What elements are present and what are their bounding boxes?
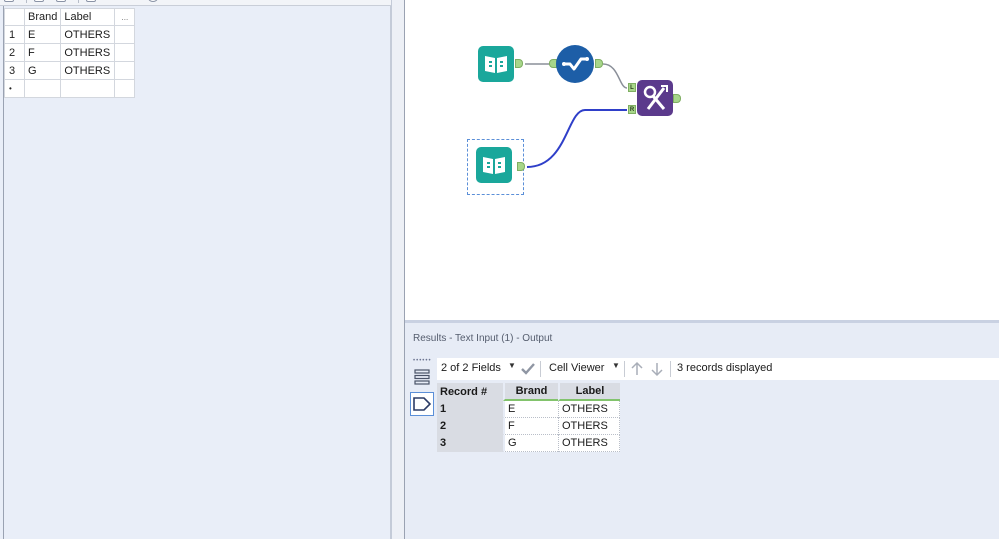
toolbar-icon[interactable]: [86, 0, 96, 2]
text-input-tool[interactable]: [478, 46, 514, 82]
config-toolbar: [0, 0, 391, 6]
connection-select-to-join[interactable]: [602, 63, 628, 89]
record-number: 3: [437, 435, 503, 452]
cell-brand[interactable]: E: [23, 25, 62, 44]
book-icon: [483, 157, 505, 174]
output-anchor[interactable]: [673, 94, 681, 103]
results-toolbar: 2 of 2 Fields ▼ Cell Viewer ▼ 3 records …: [437, 358, 999, 380]
results-header-row: Record # Brand Label: [437, 383, 620, 401]
cell-label[interactable]: OTHERS: [558, 435, 620, 452]
grid-row[interactable]: 3 G OTHERS: [4, 61, 136, 80]
chevron-down-icon[interactable]: ▼: [612, 361, 620, 370]
cell-label[interactable]: OTHERS: [558, 418, 620, 435]
panel-splitter[interactable]: [391, 0, 405, 539]
cell-brand[interactable]: E: [503, 401, 558, 418]
cell-label[interactable]: OTHERS: [60, 43, 116, 62]
toolbar-separator: [670, 361, 671, 377]
row-number: 2: [4, 43, 25, 62]
cell-empty[interactable]: [114, 43, 136, 62]
up-arrow-icon[interactable]: [630, 361, 644, 377]
records-count: 3 records displayed: [677, 362, 773, 374]
output-anchor[interactable]: [515, 59, 523, 68]
record-number: 2: [437, 418, 503, 435]
text-input-tool-selected[interactable]: [476, 147, 512, 183]
column-header-label[interactable]: Label: [558, 383, 620, 401]
connection-input2-to-join[interactable]: [526, 109, 627, 168]
results-side-icons: [409, 358, 435, 418]
text-input-grid[interactable]: Brand Label ... 1 E OTHERS 2 F OTHERS 3 …: [4, 8, 136, 98]
cell-empty[interactable]: [114, 61, 136, 80]
fields-selector[interactable]: 2 of 2 Fields: [441, 362, 501, 374]
table-row[interactable]: 2 F OTHERS: [437, 418, 620, 435]
cell-empty[interactable]: [114, 79, 136, 98]
add-column-header[interactable]: ...: [114, 8, 136, 26]
toolbar-icon[interactable]: [148, 0, 158, 2]
results-pane: Results - Text Input (1) - Output ••••••…: [405, 320, 999, 539]
results-splitter[interactable]: [405, 320, 999, 323]
checkmark-icon[interactable]: [520, 362, 536, 376]
results-grid[interactable]: Record # Brand Label 1 E OTHERS 2 F OTHE…: [437, 383, 620, 452]
column-header-brand[interactable]: Brand: [23, 8, 62, 26]
chevron-down-icon[interactable]: ▼: [508, 361, 516, 370]
results-title: Results - Text Input (1) - Output: [413, 333, 553, 344]
new-row-marker: •: [4, 79, 25, 98]
column-header-brand[interactable]: Brand: [503, 383, 558, 401]
down-arrow-icon[interactable]: [650, 361, 664, 377]
cell-empty[interactable]: [114, 25, 136, 44]
cell-label[interactable]: OTHERS: [558, 401, 620, 418]
toolbar-separator: [540, 361, 541, 377]
grid-row[interactable]: 1 E OTHERS: [4, 25, 136, 44]
toolbar-separator: [26, 0, 27, 3]
row-number: 1: [4, 25, 25, 44]
select-tool[interactable]: [556, 45, 594, 83]
table-row[interactable]: 3 G OTHERS: [437, 435, 620, 452]
cell-brand[interactable]: F: [503, 418, 558, 435]
record-number: 1: [437, 401, 503, 418]
toolbar-icon[interactable]: [34, 0, 44, 2]
table-row[interactable]: 1 E OTHERS: [437, 401, 620, 418]
join-icon: [643, 85, 668, 110]
row-number-header: [4, 8, 25, 26]
cell-brand[interactable]: F: [23, 43, 62, 62]
record-number-header[interactable]: Record #: [437, 383, 503, 401]
column-header-label[interactable]: Label: [60, 8, 116, 26]
grid-new-row[interactable]: •: [4, 79, 136, 98]
toolbar-separator: [78, 0, 79, 3]
join-left-anchor[interactable]: L: [628, 83, 636, 92]
workflow-canvas[interactable]: L R: [405, 0, 999, 320]
cell-brand[interactable]: [23, 79, 62, 98]
list-view-icon[interactable]: [413, 368, 431, 386]
tag-icon[interactable]: [410, 392, 434, 416]
toolbar-icon[interactable]: [56, 0, 66, 2]
toolbar-separator: [624, 361, 625, 377]
toolbar-icon[interactable]: [4, 0, 14, 2]
cell-brand[interactable]: G: [503, 435, 558, 452]
configuration-panel: Brand Label ... 1 E OTHERS 2 F OTHERS 3 …: [0, 0, 391, 539]
output-anchor[interactable]: [595, 59, 603, 68]
book-icon: [485, 56, 507, 73]
select-check-icon: [562, 57, 589, 71]
cell-viewer-selector[interactable]: Cell Viewer: [549, 362, 604, 374]
join-right-anchor[interactable]: R: [628, 105, 636, 114]
cell-label[interactable]: OTHERS: [60, 25, 116, 44]
join-tool[interactable]: [637, 80, 673, 116]
grid-row[interactable]: 2 F OTHERS: [4, 43, 136, 62]
row-number: 3: [4, 61, 25, 80]
cell-label[interactable]: OTHERS: [60, 61, 116, 80]
grid-header-row: Brand Label ...: [4, 8, 136, 26]
output-anchor[interactable]: [517, 162, 525, 171]
cell-brand[interactable]: G: [23, 61, 62, 80]
cell-label[interactable]: [60, 79, 116, 98]
